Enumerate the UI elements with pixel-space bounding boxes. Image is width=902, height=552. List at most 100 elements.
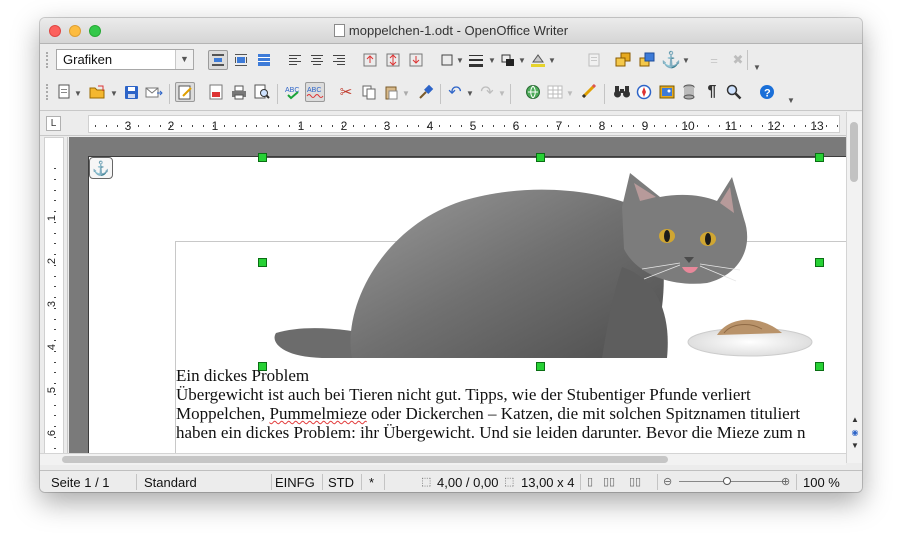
format-paintbrush-icon[interactable] bbox=[416, 82, 436, 102]
modified-indicator[interactable]: * bbox=[369, 475, 374, 490]
help-icon[interactable]: ? bbox=[757, 82, 777, 102]
data-source-icon[interactable] bbox=[679, 82, 699, 102]
style-select[interactable]: Grafiken ▼ bbox=[56, 49, 194, 70]
resize-handle[interactable] bbox=[815, 258, 824, 267]
single-page-view-icon[interactable]: ▯ bbox=[587, 475, 593, 488]
save-icon[interactable] bbox=[121, 82, 141, 102]
undo-icon[interactable]: ↶ bbox=[445, 82, 465, 102]
paragraph-line[interactable]: Übergewicht ist auch bei Tieren nicht gu… bbox=[176, 385, 846, 404]
anchor-icon[interactable]: ⚓ bbox=[661, 50, 681, 70]
toolbar-grip[interactable] bbox=[46, 52, 51, 68]
insert-mode[interactable]: EINFG bbox=[275, 475, 315, 490]
align-middle-icon[interactable] bbox=[383, 50, 403, 70]
delete-icon[interactable]: ✖ bbox=[728, 50, 748, 70]
horizontal-scroll-thumb[interactable] bbox=[62, 456, 668, 463]
anchor-icon[interactable]: ⚓ bbox=[89, 157, 113, 179]
chevron-down-icon[interactable]: ▼ bbox=[175, 50, 193, 69]
zoom-slider-knob[interactable] bbox=[723, 477, 731, 485]
document-page[interactable]: ⚓ Ein dickes Problem Übergewicht ist auc… bbox=[88, 153, 846, 453]
toolbar-grip[interactable] bbox=[46, 84, 51, 100]
wrap-page-icon[interactable] bbox=[231, 50, 251, 70]
spellcheck-icon[interactable]: ABC bbox=[283, 82, 303, 102]
title-bar[interactable]: moppelchen-1.odt - OpenOffice Writer bbox=[40, 18, 862, 44]
line-style-icon[interactable] bbox=[466, 50, 486, 70]
autospell-icon[interactable]: ABC bbox=[305, 82, 325, 102]
border-icon[interactable] bbox=[437, 50, 457, 70]
page-count[interactable]: Seite 1 / 1 bbox=[51, 475, 110, 490]
align-right-icon[interactable] bbox=[329, 50, 349, 70]
formatting-marks-icon[interactable]: ¶ bbox=[702, 82, 722, 102]
hyperlink-icon[interactable] bbox=[523, 82, 543, 102]
table-dropdown-icon[interactable]: ▼ bbox=[566, 89, 574, 98]
undo-dropdown-icon[interactable]: ▼ bbox=[466, 89, 474, 98]
paragraph-heading[interactable]: Ein dickes Problem bbox=[176, 366, 846, 385]
paste-icon[interactable] bbox=[381, 82, 401, 102]
wrap-through-icon[interactable] bbox=[254, 50, 274, 70]
draw-icon[interactable] bbox=[580, 82, 600, 102]
zoom-slider-track[interactable] bbox=[679, 481, 785, 482]
navigation-target-icon[interactable]: ◉ bbox=[849, 427, 861, 438]
tab-stop-selector[interactable]: L bbox=[46, 116, 61, 131]
bring-front-icon[interactable] bbox=[613, 50, 633, 70]
align-bottom-icon[interactable] bbox=[406, 50, 426, 70]
zoom-in-icon[interactable]: ⊕ bbox=[781, 475, 790, 488]
find-icon[interactable] bbox=[612, 82, 632, 102]
border-color-icon[interactable] bbox=[498, 50, 518, 70]
new-doc-icon[interactable] bbox=[54, 82, 74, 102]
open-dropdown-icon[interactable]: ▼ bbox=[110, 89, 118, 98]
page-style[interactable]: Standard bbox=[144, 475, 197, 490]
email-icon[interactable] bbox=[144, 82, 164, 102]
selection-mode[interactable]: STD bbox=[328, 475, 354, 490]
align-center-icon[interactable] bbox=[307, 50, 327, 70]
open-icon[interactable] bbox=[88, 82, 108, 102]
multi-page-view-icon[interactable]: ▯▯ bbox=[603, 475, 615, 488]
border-color-dropdown-icon[interactable]: ▼ bbox=[518, 56, 526, 65]
paragraph-line[interactable]: haben ein dickes Problem: ihr Übergewich… bbox=[176, 423, 846, 442]
resize-handle[interactable] bbox=[815, 153, 824, 162]
toolbar-overflow-icon[interactable]: ▼ bbox=[753, 63, 761, 72]
toolbar-overflow-icon[interactable]: ▼ bbox=[787, 96, 795, 105]
misspelled-word[interactable]: Pummelmieze bbox=[269, 404, 366, 423]
send-back-icon[interactable] bbox=[637, 50, 657, 70]
redo-dropdown-icon[interactable]: ▼ bbox=[498, 89, 506, 98]
anchor-dropdown-icon[interactable]: ▼ bbox=[682, 56, 690, 65]
zoom-out-icon[interactable]: ⊖ bbox=[663, 475, 672, 488]
gallery-icon[interactable] bbox=[657, 82, 677, 102]
border-dropdown-icon[interactable]: ▼ bbox=[456, 56, 464, 65]
resize-handle[interactable] bbox=[536, 153, 545, 162]
bg-color-dropdown-icon[interactable]: ▼ bbox=[548, 56, 556, 65]
book-view-icon[interactable]: ▯▯ bbox=[629, 475, 641, 488]
horizontal-ruler[interactable]: L 3 2 1 1 2 3 4 5 6 7 8 9 10 11 12 13 bbox=[40, 112, 862, 136]
print-icon[interactable] bbox=[229, 82, 249, 102]
line-style-dropdown-icon[interactable]: ▼ bbox=[488, 56, 496, 65]
vertical-scroll-thumb[interactable] bbox=[850, 122, 858, 182]
prev-page-icon[interactable]: ▲ bbox=[849, 414, 861, 425]
navigator-icon[interactable] bbox=[634, 82, 654, 102]
document-text[interactable]: Ein dickes Problem Übergewicht ist auch … bbox=[176, 366, 846, 442]
vertical-scrollbar[interactable]: ▲ ◉ ▼ bbox=[846, 112, 862, 463]
bg-color-icon[interactable] bbox=[528, 50, 548, 70]
resize-handle[interactable] bbox=[258, 153, 267, 162]
page-preview-icon[interactable] bbox=[252, 82, 272, 102]
cat-image[interactable] bbox=[262, 157, 820, 360]
cut-icon[interactable]: ✂ bbox=[336, 82, 356, 102]
new-doc-dropdown-icon[interactable]: ▼ bbox=[74, 89, 82, 98]
zoom-icon[interactable] bbox=[724, 82, 744, 102]
paragraph-line[interactable]: Moppelchen, Pummelmieze oder Dickerchen … bbox=[176, 404, 846, 423]
horizontal-scrollbar[interactable] bbox=[40, 453, 846, 465]
redo-icon[interactable]: ↷ bbox=[477, 82, 497, 102]
wrap-off-icon[interactable] bbox=[208, 50, 228, 70]
align-left-icon[interactable] bbox=[285, 50, 305, 70]
pdf-export-icon[interactable] bbox=[206, 82, 226, 102]
copy-icon[interactable] bbox=[359, 82, 379, 102]
edit-mode-icon[interactable] bbox=[175, 82, 195, 102]
vertical-ruler[interactable]: 1 2 3 4 5 6 bbox=[40, 137, 68, 463]
table-icon[interactable] bbox=[545, 82, 565, 102]
zoom-level[interactable]: 100 % bbox=[803, 475, 840, 490]
align-top-icon[interactable] bbox=[360, 50, 380, 70]
document-workspace[interactable]: ⚓ Ein dickes Problem Übergewicht ist auc… bbox=[69, 137, 846, 453]
next-page-icon[interactable]: ▼ bbox=[849, 440, 861, 451]
properties-icon[interactable] bbox=[584, 50, 604, 70]
separator-icon[interactable]: = bbox=[704, 50, 724, 70]
resize-handle[interactable] bbox=[258, 258, 267, 267]
